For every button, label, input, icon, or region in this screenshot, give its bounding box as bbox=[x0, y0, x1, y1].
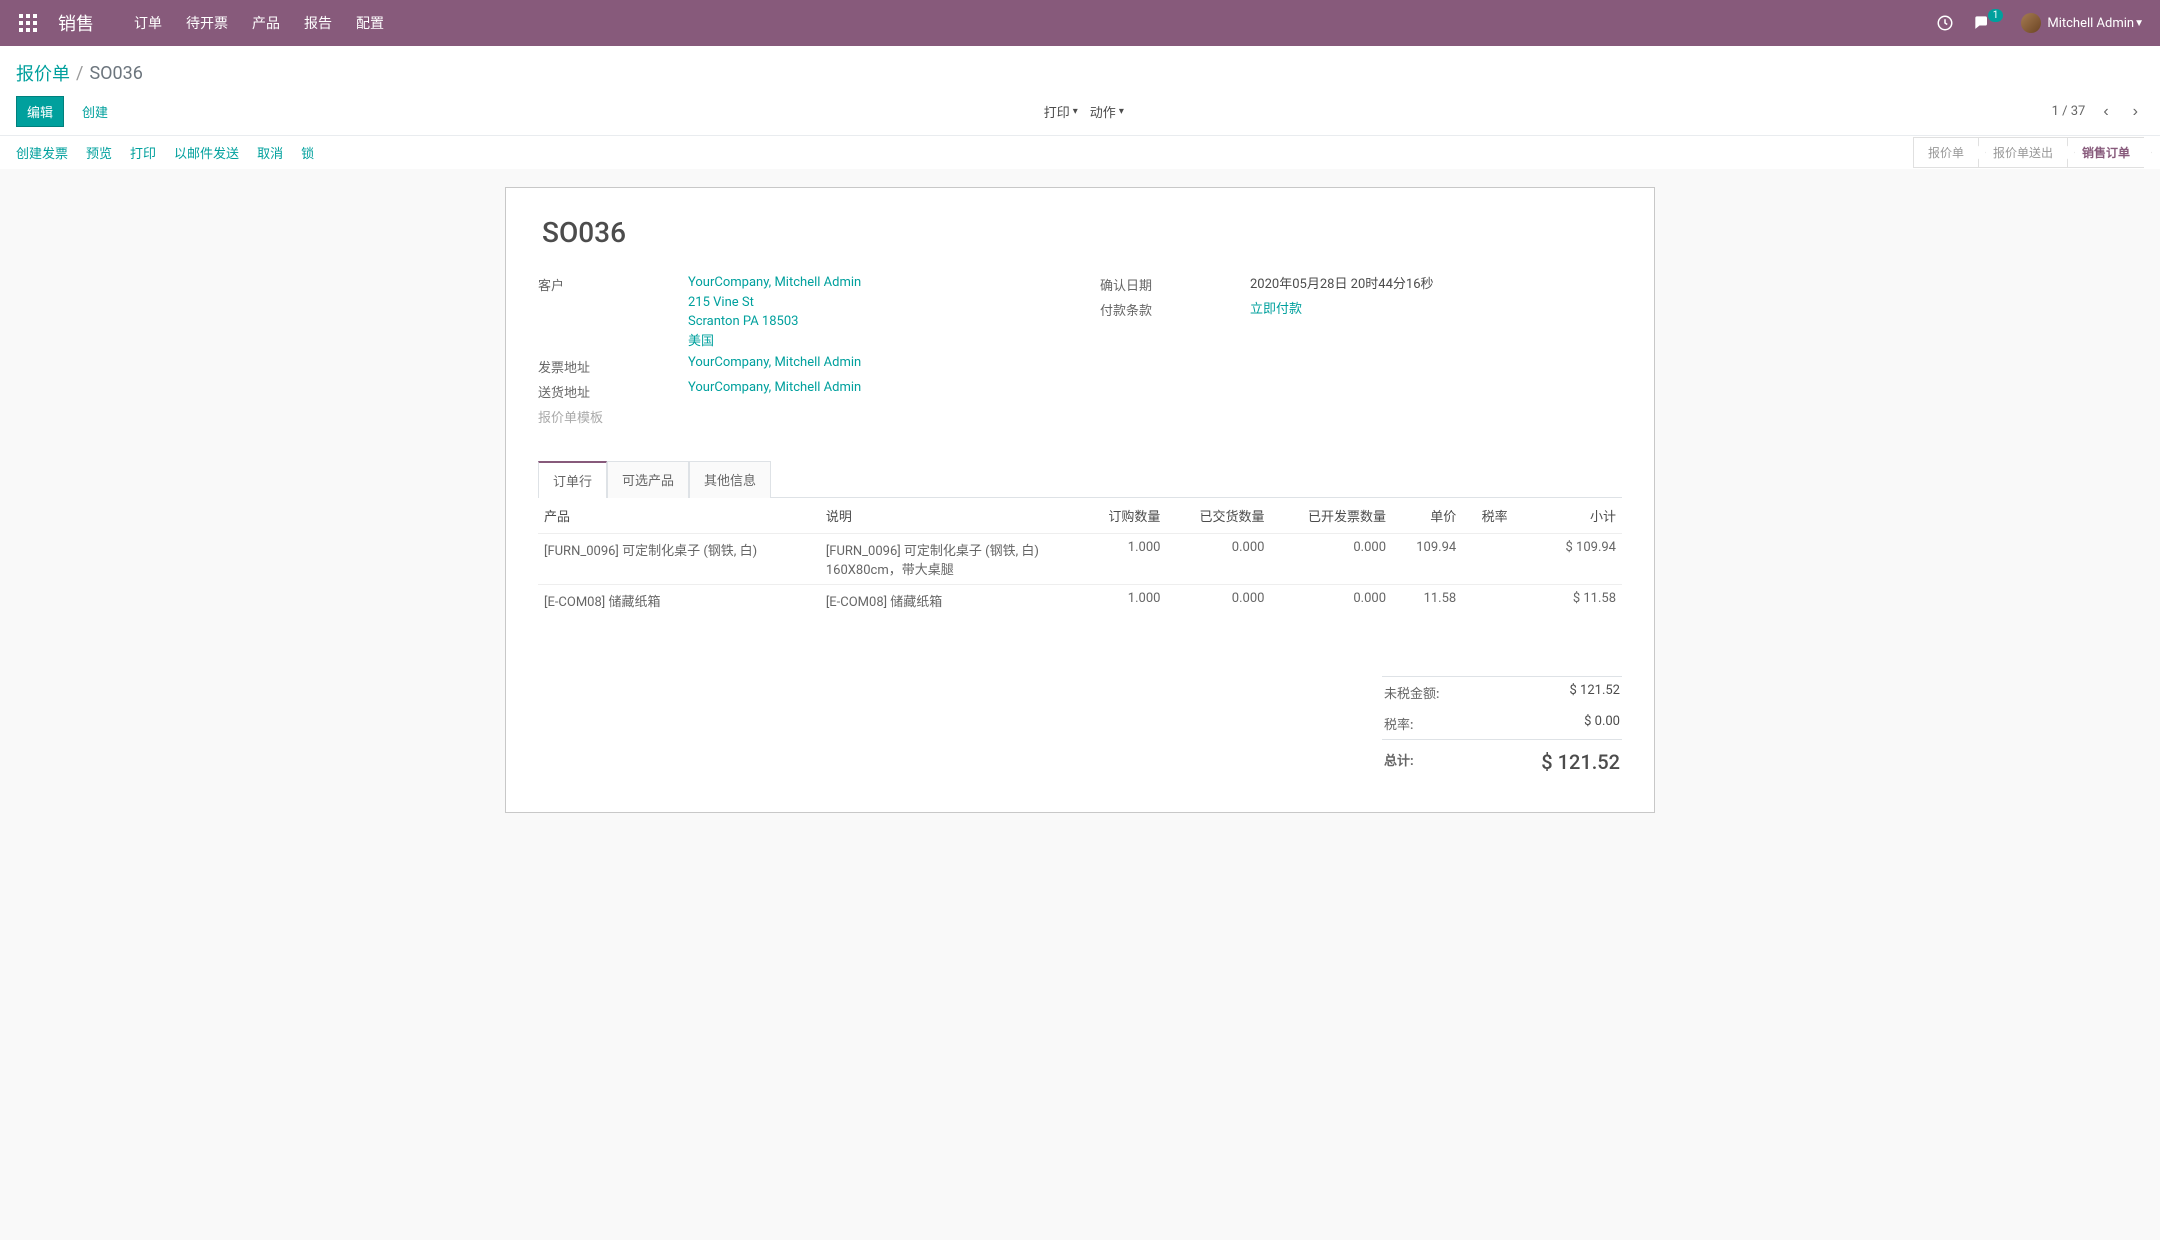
tax-label: 税率: bbox=[1384, 714, 1413, 733]
field-customer[interactable]: YourCompany, Mitchell Admin 215 Vine St … bbox=[688, 273, 1060, 351]
nav-to-invoice[interactable]: 待开票 bbox=[186, 13, 228, 33]
tab-optional-products[interactable]: 可选产品 bbox=[607, 461, 689, 498]
untaxed-label: 未税金额: bbox=[1384, 683, 1439, 702]
user-menu[interactable]: Mitchell Admin ▼ bbox=[2021, 13, 2144, 33]
cell-product: [FURN_0096] 可定制化桌子 (钢铁, 白) bbox=[538, 534, 820, 585]
breadcrumb-current: SO036 bbox=[89, 63, 142, 84]
table-row[interactable]: [E-COM08] 储藏纸箱 [E-COM08] 储藏纸箱 1.000 0.00… bbox=[538, 585, 1622, 617]
cell-tax bbox=[1462, 585, 1513, 617]
total-value: $ 121.52 bbox=[1541, 750, 1620, 774]
cell-product: [E-COM08] 储藏纸箱 bbox=[538, 585, 820, 617]
send-mail-button[interactable]: 以邮件发送 bbox=[174, 143, 239, 162]
avatar bbox=[2021, 13, 2041, 33]
print-button[interactable]: 打印 bbox=[130, 143, 156, 162]
messaging-icon[interactable]: 1 bbox=[1972, 13, 2004, 33]
chevron-down-icon: ▾ bbox=[1073, 106, 1078, 117]
pager-next[interactable]: › bbox=[2127, 101, 2144, 123]
col-invoiced: 已开发票数量 bbox=[1270, 498, 1392, 534]
order-title: SO036 bbox=[542, 216, 1622, 249]
breadcrumb-root[interactable]: 报价单 bbox=[16, 60, 70, 86]
nav-reports[interactable]: 报告 bbox=[304, 13, 332, 33]
status-steps: 报价单 报价单送出 销售订单 bbox=[1913, 137, 2144, 168]
top-navbar: 销售 订单 待开票 产品 报告 配置 1 Mitchell Admin ▼ bbox=[0, 0, 2160, 46]
cell-invoiced: 0.000 bbox=[1270, 585, 1392, 617]
create-invoice-button[interactable]: 创建发票 bbox=[16, 143, 68, 162]
field-payment-term[interactable]: 立即付款 bbox=[1250, 302, 1302, 317]
total-label: 总计: bbox=[1384, 750, 1414, 774]
form-sheet: SO036 客户 YourCompany, Mitchell Admin 215… bbox=[505, 187, 1655, 813]
action-label: 动作 bbox=[1090, 102, 1116, 121]
totals: 未税金额: $ 121.52 税率: $ 0.00 总计: $ 121.52 bbox=[1382, 676, 1622, 780]
col-subtotal: 小计 bbox=[1514, 498, 1622, 534]
app-name[interactable]: 销售 bbox=[58, 10, 94, 36]
col-qty: 订购数量 bbox=[1080, 498, 1166, 534]
cell-invoiced: 0.000 bbox=[1270, 534, 1392, 585]
col-product: 产品 bbox=[538, 498, 820, 534]
nav-config[interactable]: 配置 bbox=[356, 13, 384, 33]
preview-button[interactable]: 预览 bbox=[86, 143, 112, 162]
field-confirm-date: 2020年05月28日 20时44分16秒 bbox=[1250, 273, 1622, 294]
field-shipping-addr[interactable]: YourCompany, Mitchell Admin bbox=[688, 380, 861, 395]
field-invoice-addr[interactable]: YourCompany, Mitchell Admin bbox=[688, 355, 861, 370]
order-lines-table: 产品 说明 订购数量 已交货数量 已开发票数量 单价 税率 小计 [FURN_0… bbox=[538, 498, 1622, 616]
tab-order-lines[interactable]: 订单行 bbox=[538, 461, 607, 498]
chevron-down-icon: ▾ bbox=[1119, 106, 1124, 117]
label-template: 报价单模板 bbox=[538, 405, 688, 426]
control-panel: 报价单 / SO036 编辑 创建 打印 ▾ 动作 ▾ 1 / 37 ‹ › bbox=[0, 46, 2160, 135]
action-dropdown[interactable]: 动作 ▾ bbox=[1090, 102, 1124, 121]
cell-price: 11.58 bbox=[1392, 585, 1462, 617]
message-count-badge: 1 bbox=[1988, 9, 2004, 22]
cell-delivered: 0.000 bbox=[1166, 534, 1270, 585]
edit-button[interactable]: 编辑 bbox=[16, 96, 64, 127]
apps-icon[interactable] bbox=[16, 11, 40, 35]
cell-subtotal: $ 109.94 bbox=[1514, 534, 1622, 585]
lock-button[interactable]: 锁 bbox=[301, 143, 314, 162]
label-confirm-date: 确认日期 bbox=[1100, 273, 1250, 294]
cell-subtotal: $ 11.58 bbox=[1514, 585, 1622, 617]
pager: 1 / 37 bbox=[2052, 104, 2086, 119]
label-customer: 客户 bbox=[538, 273, 688, 351]
pager-prev[interactable]: ‹ bbox=[2097, 101, 2114, 123]
print-dropdown[interactable]: 打印 ▾ bbox=[1044, 102, 1078, 121]
user-name: Mitchell Admin bbox=[2047, 16, 2134, 31]
create-button[interactable]: 创建 bbox=[74, 97, 116, 126]
label-invoice-addr: 发票地址 bbox=[538, 355, 688, 376]
breadcrumb: 报价单 / SO036 bbox=[16, 54, 2144, 92]
tax-value: $ 0.00 bbox=[1584, 714, 1620, 733]
tab-other-info[interactable]: 其他信息 bbox=[689, 461, 771, 498]
nav-orders[interactable]: 订单 bbox=[134, 13, 162, 33]
cell-qty: 1.000 bbox=[1080, 534, 1166, 585]
col-tax: 税率 bbox=[1462, 498, 1513, 534]
col-price: 单价 bbox=[1392, 498, 1462, 534]
tabs: 订单行 可选产品 其他信息 bbox=[538, 460, 1622, 498]
cell-delivered: 0.000 bbox=[1166, 585, 1270, 617]
col-desc: 说明 bbox=[820, 498, 1080, 534]
label-payment-term: 付款条款 bbox=[1100, 298, 1250, 319]
table-row[interactable]: [FURN_0096] 可定制化桌子 (钢铁, 白) [FURN_0096] 可… bbox=[538, 534, 1622, 585]
status-bar: 创建发票 预览 打印 以邮件发送 取消 锁 报价单 报价单送出 销售订单 bbox=[0, 135, 2160, 169]
nav-products[interactable]: 产品 bbox=[252, 13, 280, 33]
print-label: 打印 bbox=[1044, 102, 1070, 121]
label-shipping-addr: 送货地址 bbox=[538, 380, 688, 401]
cell-desc: [FURN_0096] 可定制化桌子 (钢铁, 白) 160X80cm，带大桌腿 bbox=[820, 534, 1080, 585]
cell-price: 109.94 bbox=[1392, 534, 1462, 585]
field-template bbox=[688, 405, 1060, 426]
cell-desc: [E-COM08] 储藏纸箱 bbox=[820, 585, 1080, 617]
chevron-down-icon: ▼ bbox=[2134, 18, 2144, 29]
untaxed-value: $ 121.52 bbox=[1570, 683, 1621, 702]
status-step-sent[interactable]: 报价单送出 bbox=[1978, 137, 2067, 168]
cell-qty: 1.000 bbox=[1080, 585, 1166, 617]
cancel-button[interactable]: 取消 bbox=[257, 143, 283, 162]
status-step-quotation[interactable]: 报价单 bbox=[1913, 137, 1978, 168]
activity-icon[interactable] bbox=[1936, 14, 1954, 32]
status-step-order[interactable]: 销售订单 bbox=[2067, 137, 2144, 168]
col-delivered: 已交货数量 bbox=[1166, 498, 1270, 534]
breadcrumb-sep: / bbox=[76, 63, 83, 84]
cell-tax bbox=[1462, 534, 1513, 585]
